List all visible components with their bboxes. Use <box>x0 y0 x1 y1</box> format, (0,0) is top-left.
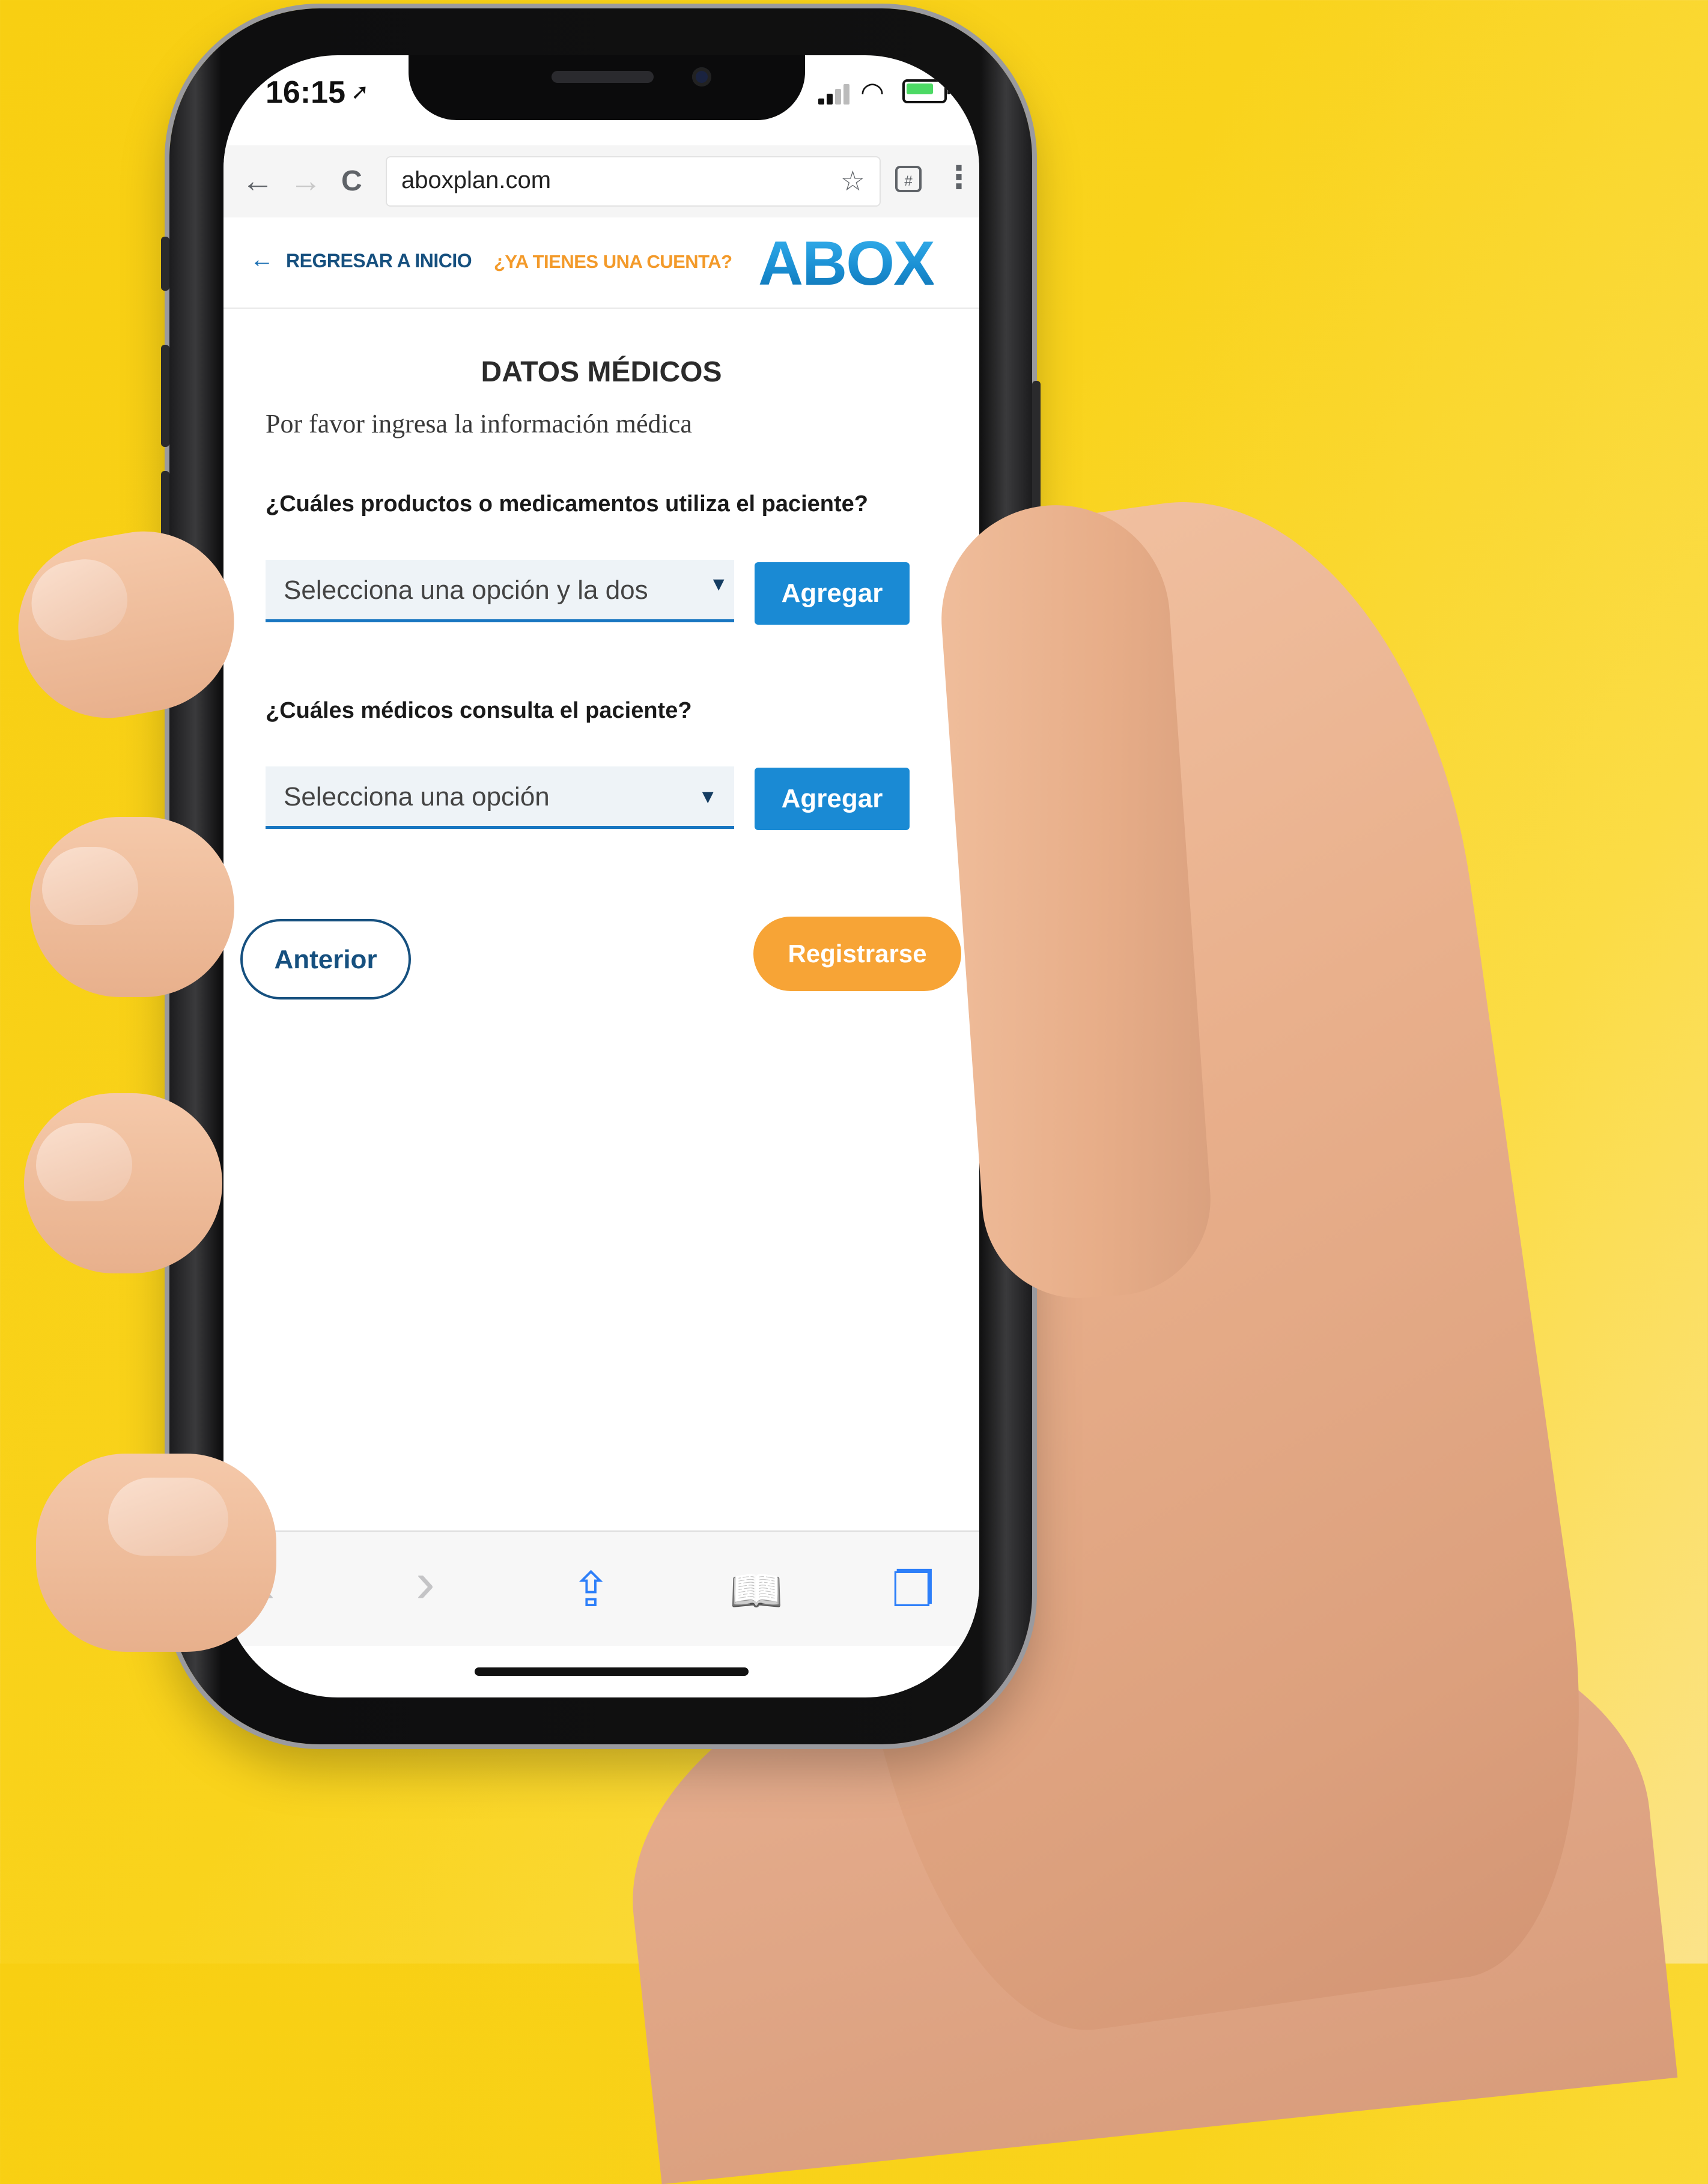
products-select-value: Selecciona una opción y la dos <box>284 575 648 605</box>
status-time: 16:15 <box>266 75 345 110</box>
speaker <box>552 71 654 83</box>
back-to-home-link[interactable]: REGRESAR A INICIO <box>286 250 472 272</box>
caret-down-icon: ▼ <box>698 786 717 807</box>
volume-up-button <box>161 345 169 447</box>
have-account-link[interactable]: ¿YA TIENES UNA CUENTA? <box>494 251 732 273</box>
add-product-button[interactable]: Agregar <box>755 562 910 625</box>
tab-switcher-icon[interactable]: # <box>895 166 922 192</box>
bookmark-star-icon[interactable]: ☆ <box>840 165 865 197</box>
hand-finger-3 <box>24 1093 222 1273</box>
forward-icon[interactable]: → <box>290 162 322 199</box>
url-text: aboxplan.com <box>401 167 552 193</box>
home-indicator[interactable] <box>475 1667 749 1676</box>
browser-menu-icon[interactable]: ⋮ <box>943 160 974 196</box>
notch <box>409 55 805 120</box>
front-camera <box>692 67 711 86</box>
caret-down-icon: ▼ <box>709 573 728 595</box>
battery-charging-icon <box>902 79 950 103</box>
page-title: DATOS MÉDICOS <box>481 356 722 388</box>
address-bar[interactable]: aboxplan.com ☆ <box>386 156 881 207</box>
back-icon[interactable]: ← <box>242 162 274 199</box>
signal-icon <box>818 80 854 105</box>
wifi-icon: ◠ <box>860 76 885 108</box>
hand-finger-4 <box>36 1454 276 1652</box>
tabs-icon[interactable]: ❐ <box>892 1562 935 1618</box>
reload-icon[interactable]: C <box>341 165 362 198</box>
add-doctor-button[interactable]: Agregar <box>755 768 910 830</box>
arrow-left-icon[interactable]: ← <box>250 246 274 273</box>
bookmarks-icon[interactable]: 📖 <box>729 1565 783 1616</box>
abox-logo[interactable]: ABOX <box>758 228 935 300</box>
chevron-right-icon[interactable]: › <box>416 1550 435 1616</box>
location-arrow-icon: ➚ <box>351 79 369 104</box>
previous-button[interactable]: Anterior <box>240 919 411 999</box>
site-header: ← REGRESAR A INICIO ¿YA TIENES UNA CUENT… <box>223 217 979 309</box>
share-icon[interactable]: ⇪ <box>571 1562 611 1618</box>
register-button[interactable]: Registrarse <box>753 917 961 991</box>
phone-screen: 16:15 ➚ ◠ ← → C aboxplan.com ☆ # ⋮ ← REG… <box>223 55 979 1697</box>
page-subtitle: Por favor ingresa la información médica <box>266 409 692 438</box>
mute-switch <box>161 237 169 291</box>
doctors-select[interactable]: Selecciona una opción ▼ <box>266 766 734 829</box>
products-select[interactable]: Selecciona una opción y la dos ▼ <box>266 560 734 622</box>
question-doctors: ¿Cuáles médicos consulta el paciente? <box>266 698 692 723</box>
browser-toolbar: ← → C aboxplan.com ☆ # ⋮ <box>223 145 979 217</box>
hand-finger-2 <box>30 817 234 997</box>
question-products: ¿Cuáles productos o medicamentos utiliza… <box>266 491 868 517</box>
doctors-select-value: Selecciona una opción <box>284 782 550 811</box>
safari-bottom-toolbar: ‹ › ⇪ 📖 ❐ <box>223 1530 979 1646</box>
